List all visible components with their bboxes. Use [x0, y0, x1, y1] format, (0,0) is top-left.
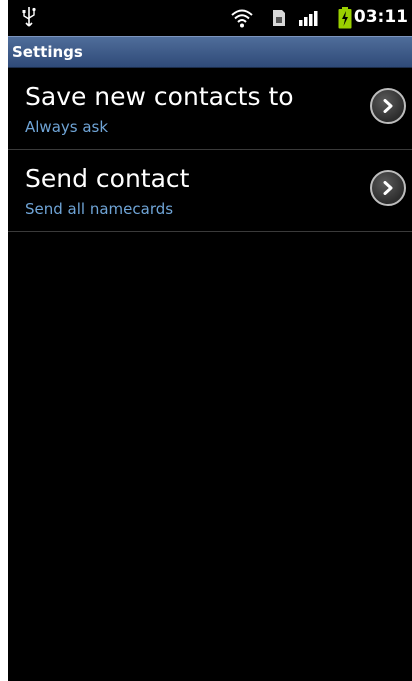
- chevron-right-icon[interactable]: [370, 170, 406, 206]
- setting-send-contact[interactable]: Send contact Send all namecards: [8, 150, 412, 232]
- settings-list: Save new contacts to Always ask Send con…: [8, 68, 412, 232]
- status-clock: 03:11: [353, 7, 408, 27]
- setting-value: Always ask: [25, 118, 109, 136]
- status-icons: 03:11: [152, 0, 412, 36]
- setting-title: Save new contacts to: [25, 82, 294, 111]
- page-title: Settings: [12, 43, 83, 61]
- sim-icon: [272, 9, 286, 31]
- setting-save-new-contacts[interactable]: Save new contacts to Always ask: [8, 68, 412, 150]
- usb-icon: [22, 6, 36, 32]
- status-bar: 03:11: [8, 0, 412, 36]
- phone-screen: 03:11 Settings Save new contacts to Alwa…: [8, 0, 412, 681]
- wifi-icon: [230, 8, 254, 32]
- setting-value: Send all namecards: [25, 200, 174, 218]
- battery-charging-icon: [338, 7, 352, 33]
- chevron-right-icon[interactable]: [370, 88, 406, 124]
- title-bar: Settings: [8, 36, 412, 68]
- setting-title: Send contact: [25, 164, 190, 193]
- signal-icon: [298, 10, 320, 30]
